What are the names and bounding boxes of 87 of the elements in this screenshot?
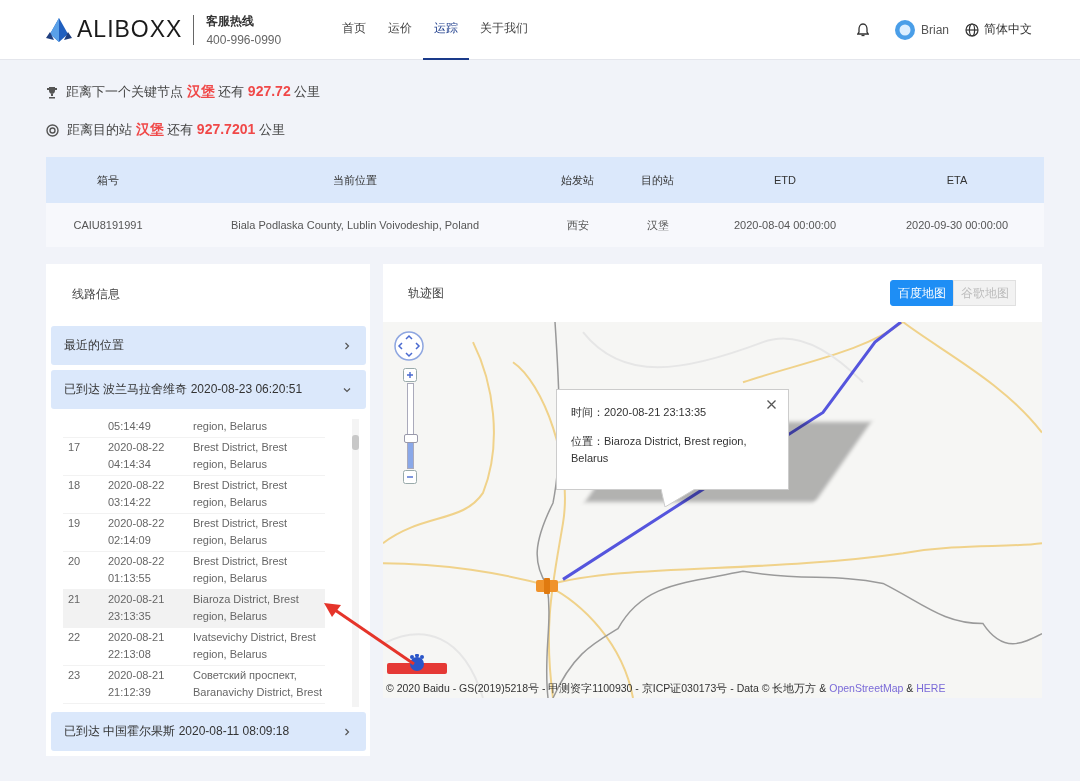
pan-control[interactable] [394,331,424,361]
time-text: 23:13:35 [108,609,152,624]
table-cell-text: Biala Podlaska County, Lublin Voivodeship, Poland [229,219,481,231]
row-number: 18 [67,477,82,493]
map-type-button[interactable]: 百度地图 [890,280,953,306]
time-text: 02:14:09 [108,533,152,548]
time-text: 05:14:49 [108,419,152,434]
date-text: 2020-08-21 [108,667,166,683]
column-header: 当前位置 [332,172,378,188]
attribution-link[interactable]: HERE [916,682,946,694]
column-header: ETD [773,174,797,186]
row-number: 19 [67,515,82,531]
date-text: 2020-08-22 [108,477,166,493]
column-header: 目的站 [640,172,675,188]
location-text: Brest District, Brest region, Belarus [193,515,288,548]
location-text: Brest District, Brest region, Belarus [193,477,288,510]
date-text: 2020-08-21 [108,629,166,645]
chevron-right-icon [342,726,352,737]
location-text: region, Belarus [193,419,267,434]
accordion-header[interactable]: 最近的位置 [51,326,366,365]
accordion-header[interactable]: 已到达 中国霍尔果斯 2020-08-11 08:09:18 [51,712,366,751]
distance-text: 距离下一个关键节点 汉堡 还有 927.72 公里 [66,83,321,101]
time-text: 04:14:34 [108,457,152,472]
table-cell-text: 西安 [565,217,590,233]
popup-time-text: 时间：2020-08-21 23:13:35 [571,405,708,420]
language-selector[interactable]: 简体中文 [984,21,1032,38]
time-text: 22:13:08 [108,647,152,662]
history-row[interactable]: 19 2020-08-22 02:14:09 Brest District, Brest region, Belarus [63,513,325,552]
bell-icon[interactable] [857,22,869,37]
attribution-link[interactable]: OpenStreetMap [829,682,904,694]
date-text: 2020-08-22 [108,515,166,531]
column-header: 箱号 [96,172,120,188]
popup-location-text: 位置：Biaroza District, Brest region, Belarus [571,434,748,466]
column-header: ETA [945,174,969,186]
panel-title: 轨迹图 [408,284,444,302]
table-cell-text: CAIU8191991 [72,219,144,231]
location-text: Brest District, Brest region, Belarus [193,439,288,472]
accordion-header[interactable]: 已到达 波兰马拉舍维奇 2020-08-23 06:20:51 [51,370,366,409]
paw-logo-icon [387,654,447,674]
time-text: 03:14:22 [108,495,152,510]
globe-icon[interactable] [965,22,979,37]
zoom-out-icon[interactable] [403,470,417,484]
row-number: 17 [67,439,82,455]
zoom-in-icon[interactable] [403,368,417,382]
distance-text: 距离目的站 汉堡 还有 927.7201 公里 [67,121,285,139]
time-text: 01:13:55 [108,571,152,586]
hotline-number: 400-996-0990 [206,32,282,47]
row-number: 23 [67,667,82,683]
location-text: Ivatsevichy District, Brest region, Belarus [193,629,316,662]
time-text: 21:12:39 [108,685,152,700]
nav-link[interactable]: 首页 [331,0,378,60]
table-cell-text: 2020-08-04 00:00:00 [732,219,838,231]
chevron-right-icon [342,340,352,351]
location-marker-icon [536,578,558,594]
map-attribution: © 2020 Baidu - GS(2019)5218号 - 甲测资字1100930 - 京ICP证030173号 - Data © 长地万方 & OpenStreetMap & HERE [386,682,946,696]
hotline-label: 客服热线 [206,12,256,30]
history-row[interactable]: 18 2020-08-22 03:14:22 Brest District, Brest region, Belarus [63,475,325,514]
history-row[interactable]: 17 2020-08-22 04:14:34 Brest District, Brest region, Belarus [63,437,325,476]
date-text: 2020-08-22 [108,553,166,569]
date-text: 2020-08-22 [108,439,166,455]
column-header: 始发站 [560,172,595,188]
nav-link[interactable]: 关于我们 [469,0,540,60]
scrollbar[interactable] [352,419,359,707]
target-icon [46,123,59,137]
user-name[interactable]: Brian [921,22,949,37]
panel-title: 线路信息 [71,286,121,303]
logo-text: ALIBOXX [77,16,183,43]
row-number: 20 [67,553,82,569]
history-row[interactable]: 21 2020-08-21 23:13:35 Biaroza District, Brest region, Belarus [63,589,325,628]
avatar-icon[interactable] [895,19,915,40]
trophy-icon [46,85,58,99]
location-text: Biaroza District, Brest region, Belarus [193,591,299,624]
location-text: Brest District, Brest region, Belarus [193,553,288,586]
history-row[interactable]: 05:14:49 region, Belarus [63,417,325,438]
nav-link[interactable]: 运价 [377,0,424,60]
row-number: 22 [67,629,82,645]
history-row[interactable]: 20 2020-08-22 01:13:55 Brest District, Brest region, Belarus [63,551,325,590]
nav-link[interactable]: 运踪 [423,0,470,60]
history-row[interactable]: 23 2020-08-21 21:12:39 Советский проспект, Baranavichy District, Brest [63,665,325,704]
location-text: Советский проспект, Baranavichy District, Brest [193,667,322,700]
date-text: 2020-08-21 [108,591,166,607]
close-icon[interactable] [767,400,776,409]
table-cell-text: 汉堡 [645,217,670,233]
table-cell-text: 2020-09-30 00:00:00 [904,219,1010,231]
logo-icon [46,17,72,42]
row-number: 21 [67,591,82,607]
history-row[interactable]: 22 2020-08-21 22:13:08 Ivatsevichy District, Brest region, Belarus [63,627,325,666]
